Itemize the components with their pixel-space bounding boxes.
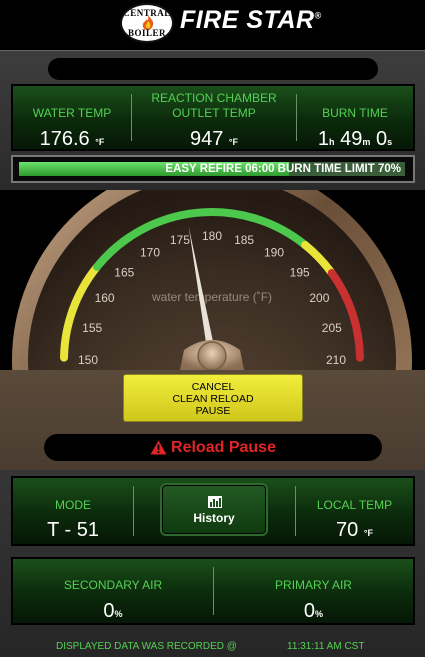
warning-icon	[150, 440, 167, 455]
gauge-tick-label: 170	[140, 246, 160, 260]
gauge-tick-label: 195	[290, 265, 310, 279]
status-panel: MODE T - 51 History LOCAL TEMP 70 °F SEC…	[0, 470, 425, 657]
divider	[133, 486, 134, 536]
local-temp-number: 70	[336, 519, 359, 541]
primary-air-label: PRIMARY AIR	[275, 578, 352, 592]
water-temp-number: 176.6	[39, 128, 90, 150]
burn-time-label: BURN TIME	[322, 106, 388, 120]
mode-label: MODE	[55, 498, 91, 512]
water-temp-gauge: 150 155 160 165 170 175 180 185 190 195 200 205 210 …	[0, 190, 425, 370]
primary-air-unit: %	[315, 609, 324, 619]
secondary-air-unit: %	[114, 609, 123, 619]
water-temp-value: 176.6 °F	[13, 128, 131, 151]
reload-pause-alert: Reload Pause	[44, 434, 382, 461]
burn-time-value: 1h 49m 0s	[297, 128, 413, 151]
mode-value: T - 51	[47, 519, 99, 541]
chamber-temp-cell: REACTION CHAMBER OUTLET TEMP 947 °F	[132, 86, 296, 151]
history-label: History	[193, 511, 235, 525]
readings-panel: WATER TEMP 176.6 °F REACTION CHAMBER OUT…	[0, 50, 425, 191]
secondary-air-number: 0	[103, 600, 115, 622]
gauge-tick-label: 160	[95, 291, 115, 305]
chamber-temp-label-line2: OUTLET TEMP	[172, 106, 256, 120]
secondary-air-value: 0%	[13, 600, 213, 623]
water-temp-label: WATER TEMP	[32, 106, 112, 120]
recorded-time: 11:31:11 AM CST	[287, 641, 365, 652]
reload-pause-text: Reload Pause	[171, 439, 276, 456]
gauge-tick-label: 180	[202, 229, 222, 243]
status-message-bar	[48, 58, 378, 80]
mode-box: MODE T - 51 History LOCAL TEMP 70 °F	[11, 476, 415, 546]
recorded-label: DISPLAYED DATA WAS RECORDED @	[56, 641, 237, 652]
chamber-temp-value: 947 °F	[132, 128, 296, 151]
secondary-air-label: SECONDARY AIR	[63, 578, 163, 592]
gauge-tick-label: 165	[114, 265, 134, 279]
water-temp-unit: °F	[95, 137, 105, 147]
local-temp-unit: °F	[363, 528, 373, 538]
bar-chart-icon	[208, 496, 222, 508]
local-temp-label: LOCAL TEMP	[316, 498, 393, 512]
burn-progress-text: EASY REFIRE 06:00 BURN TIME LIMIT 70%	[165, 163, 401, 175]
gauge-tick-label: 200	[309, 291, 329, 305]
cancel-button-line3: PAUSE	[195, 405, 231, 417]
gauge-tick-label: 210	[326, 353, 346, 367]
gauge-tick-label: 190	[264, 246, 284, 260]
burn-seconds-unit: s	[387, 137, 393, 147]
readings-box: WATER TEMP 176.6 °F REACTION CHAMBER OUT…	[11, 84, 415, 151]
brand-name: FIRE STAR	[180, 6, 315, 34]
history-button[interactable]: History	[160, 483, 268, 536]
chamber-temp-label-line1: REACTION CHAMBER	[151, 91, 277, 105]
app-header: CENTRAL BOILER FIRE STAR®	[0, 0, 425, 50]
gauge-tick-label: 150	[78, 353, 98, 367]
chamber-temp-label: REACTION CHAMBER OUTLET TEMP	[132, 91, 296, 121]
gauge-graphic: 150155160165170175 180 185190195200205210 …	[12, 190, 412, 370]
chamber-temp-number: 947	[189, 128, 224, 150]
air-box: SECONDARY AIR 0% PRIMARY AIR 0%	[11, 557, 415, 625]
gauge-tick-label: 175	[170, 233, 190, 247]
burn-time-cell: BURN TIME 1h 49m 0s	[297, 86, 413, 151]
control-band: CANCEL CLEAN RELOAD PAUSE Reload Pause	[0, 370, 425, 470]
burn-minutes-unit: m	[362, 137, 371, 147]
burn-hours: 1	[317, 128, 330, 150]
footer: DISPLAYED DATA WAS RECORDED @ 11:31:11 A…	[0, 638, 425, 657]
burn-minutes: 49	[340, 128, 363, 150]
local-temp-value: 70 °F	[296, 519, 413, 542]
cancel-button-line2: CLEAN RELOAD	[172, 393, 254, 405]
burn-seconds: 0	[375, 128, 388, 150]
cancel-button-line1: CANCEL	[191, 381, 235, 393]
logo-text-bottom: BOILER	[127, 28, 166, 38]
gauge-tick-label: 205	[322, 321, 342, 335]
central-boiler-logo: CENTRAL BOILER	[120, 3, 174, 43]
brand-title: FIRE STAR®	[180, 6, 322, 35]
burn-hours-unit: h	[329, 137, 335, 147]
burn-progress-track: EASY REFIRE 06:00 BURN TIME LIMIT 70%	[19, 162, 405, 176]
registered-mark: ®	[314, 10, 322, 21]
primary-air-value: 0%	[214, 600, 413, 623]
primary-air-number: 0	[303, 600, 316, 622]
chamber-temp-unit: °F	[228, 137, 239, 147]
water-temp-cell: WATER TEMP 176.6 °F	[13, 86, 131, 151]
gauge-tick-label: 185	[234, 233, 254, 247]
gauge-tick-label: 155	[82, 321, 102, 335]
burn-progress-frame: EASY REFIRE 06:00 BURN TIME LIMIT 70%	[11, 155, 415, 183]
gauge-hub	[197, 341, 227, 370]
cancel-clean-reload-pause-button[interactable]: CANCEL CLEAN RELOAD PAUSE	[123, 374, 303, 422]
gauge-caption: water temperature (˚F)	[151, 290, 272, 304]
